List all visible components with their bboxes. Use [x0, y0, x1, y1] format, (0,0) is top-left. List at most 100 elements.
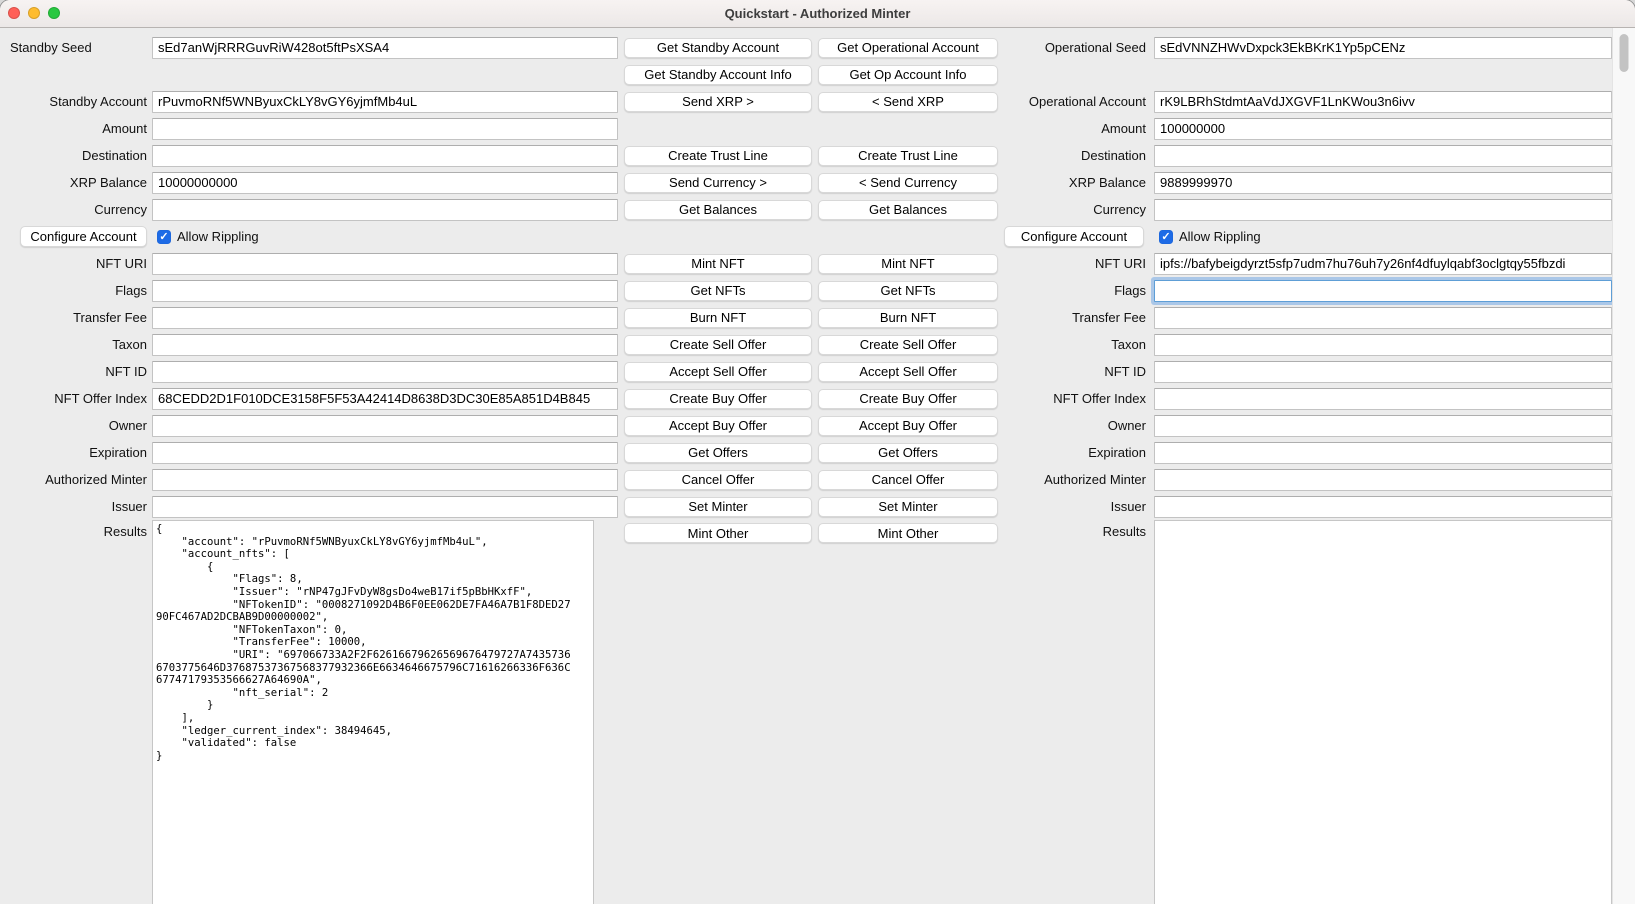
operational-nft-offer-index-input[interactable] [1154, 388, 1612, 410]
standby-nft-uri-input[interactable] [152, 253, 618, 275]
standby-destination-input[interactable] [152, 145, 618, 167]
operational-authorized-minter-input[interactable] [1154, 469, 1612, 491]
standby-nft-offer-index-label: NFT Offer Index [54, 391, 147, 406]
operational-seed-input[interactable] [1154, 37, 1612, 59]
operational-flags-label: Flags [1114, 283, 1146, 298]
form-row: NFT URI Mint NFT Mint NFT NFT URI [0, 250, 1635, 277]
standby-create-buy-offer-button[interactable]: Create Buy Offer [624, 389, 812, 409]
minimize-button[interactable] [28, 7, 40, 19]
standby-results-textarea[interactable]: { "account": "rPuvmoRNf5WNByuxCkLY8vGY6y… [152, 520, 594, 904]
standby-seed-input[interactable] [152, 37, 618, 59]
standby-mint-other-button[interactable]: Mint Other [624, 523, 812, 543]
operational-currency-label: Currency [1093, 202, 1146, 217]
standby-currency-label: Currency [94, 202, 147, 217]
standby-get-balances-button[interactable]: Get Balances [624, 200, 812, 220]
operational-accept-buy-offer-button[interactable]: Accept Buy Offer [818, 416, 998, 436]
operational-create-sell-offer-button[interactable]: Create Sell Offer [818, 335, 998, 355]
operational-taxon-input[interactable] [1154, 334, 1612, 356]
standby-authorized-minter-label: Authorized Minter [45, 472, 147, 487]
title-bar[interactable]: Quickstart - Authorized Minter [0, 0, 1635, 28]
application-window: Quickstart - Authorized Minter Standby S… [0, 0, 1635, 904]
operational-accept-sell-offer-button[interactable]: Accept Sell Offer [818, 362, 998, 382]
standby-accept-buy-offer-button[interactable]: Accept Buy Offer [624, 416, 812, 436]
traffic-lights [8, 7, 60, 19]
standby-mint-nft-button[interactable]: Mint NFT [624, 254, 812, 274]
standby-configure-account-button[interactable]: Configure Account [20, 226, 147, 247]
operational-results-textarea[interactable] [1154, 520, 1612, 904]
operational-nft-uri-input[interactable] [1154, 253, 1612, 275]
vertical-scrollbar[interactable] [1612, 28, 1635, 904]
standby-allow-rippling: ✓ Allow Rippling [152, 229, 259, 244]
standby-issuer-input[interactable] [152, 496, 618, 518]
standby-send-currency-button[interactable]: Send Currency > [624, 173, 812, 193]
standby-account-input[interactable] [152, 91, 618, 113]
operational-transfer-fee-input[interactable] [1154, 307, 1612, 329]
get-standby-account-button[interactable]: Get Standby Account [624, 38, 812, 58]
operational-create-trust-line-button[interactable]: Create Trust Line [818, 146, 998, 166]
standby-nft-offer-index-input[interactable] [152, 388, 618, 410]
operational-flags-input[interactable] [1154, 280, 1612, 302]
operational-xrp-balance-input[interactable] [1154, 172, 1612, 194]
operational-currency-input[interactable] [1154, 199, 1612, 221]
get-operational-account-button[interactable]: Get Operational Account [818, 38, 998, 58]
form-row: NFT Offer Index Create Buy Offer Create … [0, 385, 1635, 412]
standby-xrp-balance-input[interactable] [152, 172, 618, 194]
operational-allow-rippling-label: Allow Rippling [1179, 229, 1261, 244]
operational-burn-nft-button[interactable]: Burn NFT [818, 308, 998, 328]
operational-issuer-input[interactable] [1154, 496, 1612, 518]
operational-nft-id-input[interactable] [1154, 361, 1612, 383]
standby-allow-rippling-label: Allow Rippling [177, 229, 259, 244]
operational-create-buy-offer-button[interactable]: Create Buy Offer [818, 389, 998, 409]
standby-burn-nft-button[interactable]: Burn NFT [624, 308, 812, 328]
operational-account-label: Operational Account [1029, 94, 1146, 109]
operational-get-nfts-button[interactable]: Get NFTs [818, 281, 998, 301]
form-row: Flags Get NFTs Get NFTs Flags [0, 277, 1635, 304]
get-standby-account-info-button[interactable]: Get Standby Account Info [624, 65, 812, 85]
operational-mint-other-button[interactable]: Mint Other [818, 523, 998, 543]
standby-expiration-input[interactable] [152, 442, 618, 464]
form-row: Configure Account ✓ Allow Rippling Confi… [0, 223, 1635, 250]
zoom-button[interactable] [48, 7, 60, 19]
operational-owner-input[interactable] [1154, 415, 1612, 437]
operational-allow-rippling-checkbox[interactable]: ✓ [1159, 230, 1173, 244]
standby-create-trust-line-button[interactable]: Create Trust Line [624, 146, 812, 166]
standby-get-offers-button[interactable]: Get Offers [624, 443, 812, 463]
form-row: Transfer Fee Burn NFT Burn NFT Transfer … [0, 304, 1635, 331]
operational-get-balances-button[interactable]: Get Balances [818, 200, 998, 220]
standby-owner-input[interactable] [152, 415, 618, 437]
standby-cancel-offer-button[interactable]: Cancel Offer [624, 470, 812, 490]
operational-account-input[interactable] [1154, 91, 1612, 113]
standby-amount-input[interactable] [152, 118, 618, 140]
operational-xrp-balance-label: XRP Balance [1069, 175, 1146, 190]
standby-allow-rippling-checkbox[interactable]: ✓ [157, 230, 171, 244]
standby-expiration-label: Expiration [89, 445, 147, 460]
operational-mint-nft-button[interactable]: Mint NFT [818, 254, 998, 274]
standby-accept-sell-offer-button[interactable]: Accept Sell Offer [624, 362, 812, 382]
operational-cancel-offer-button[interactable]: Cancel Offer [818, 470, 998, 490]
standby-send-xrp-button[interactable]: Send XRP > [624, 92, 812, 112]
standby-authorized-minter-input[interactable] [152, 469, 618, 491]
form-row: Standby Seed Get Standby Account Get Ope… [0, 34, 1635, 61]
standby-flags-input[interactable] [152, 280, 618, 302]
standby-create-sell-offer-button[interactable]: Create Sell Offer [624, 335, 812, 355]
form-row: Destination Create Trust Line Create Tru… [0, 142, 1635, 169]
operational-expiration-input[interactable] [1154, 442, 1612, 464]
operational-set-minter-button[interactable]: Set Minter [818, 497, 998, 517]
standby-currency-input[interactable] [152, 199, 618, 221]
operational-send-xrp-button[interactable]: < Send XRP [818, 92, 998, 112]
close-button[interactable] [8, 7, 20, 19]
standby-nft-id-input[interactable] [152, 361, 618, 383]
operational-destination-input[interactable] [1154, 145, 1612, 167]
get-op-account-info-button[interactable]: Get Op Account Info [818, 65, 998, 85]
operational-configure-account-button[interactable]: Configure Account [1004, 226, 1144, 247]
standby-get-nfts-button[interactable]: Get NFTs [624, 281, 812, 301]
operational-send-currency-button[interactable]: < Send Currency [818, 173, 998, 193]
operational-amount-input[interactable] [1154, 118, 1612, 140]
standby-amount-label: Amount [102, 121, 147, 136]
standby-set-minter-button[interactable]: Set Minter [624, 497, 812, 517]
operational-get-offers-button[interactable]: Get Offers [818, 443, 998, 463]
operational-nft-id-label: NFT ID [1104, 364, 1146, 379]
standby-taxon-input[interactable] [152, 334, 618, 356]
standby-transfer-fee-input[interactable] [152, 307, 618, 329]
scrollbar-thumb[interactable] [1620, 34, 1629, 72]
